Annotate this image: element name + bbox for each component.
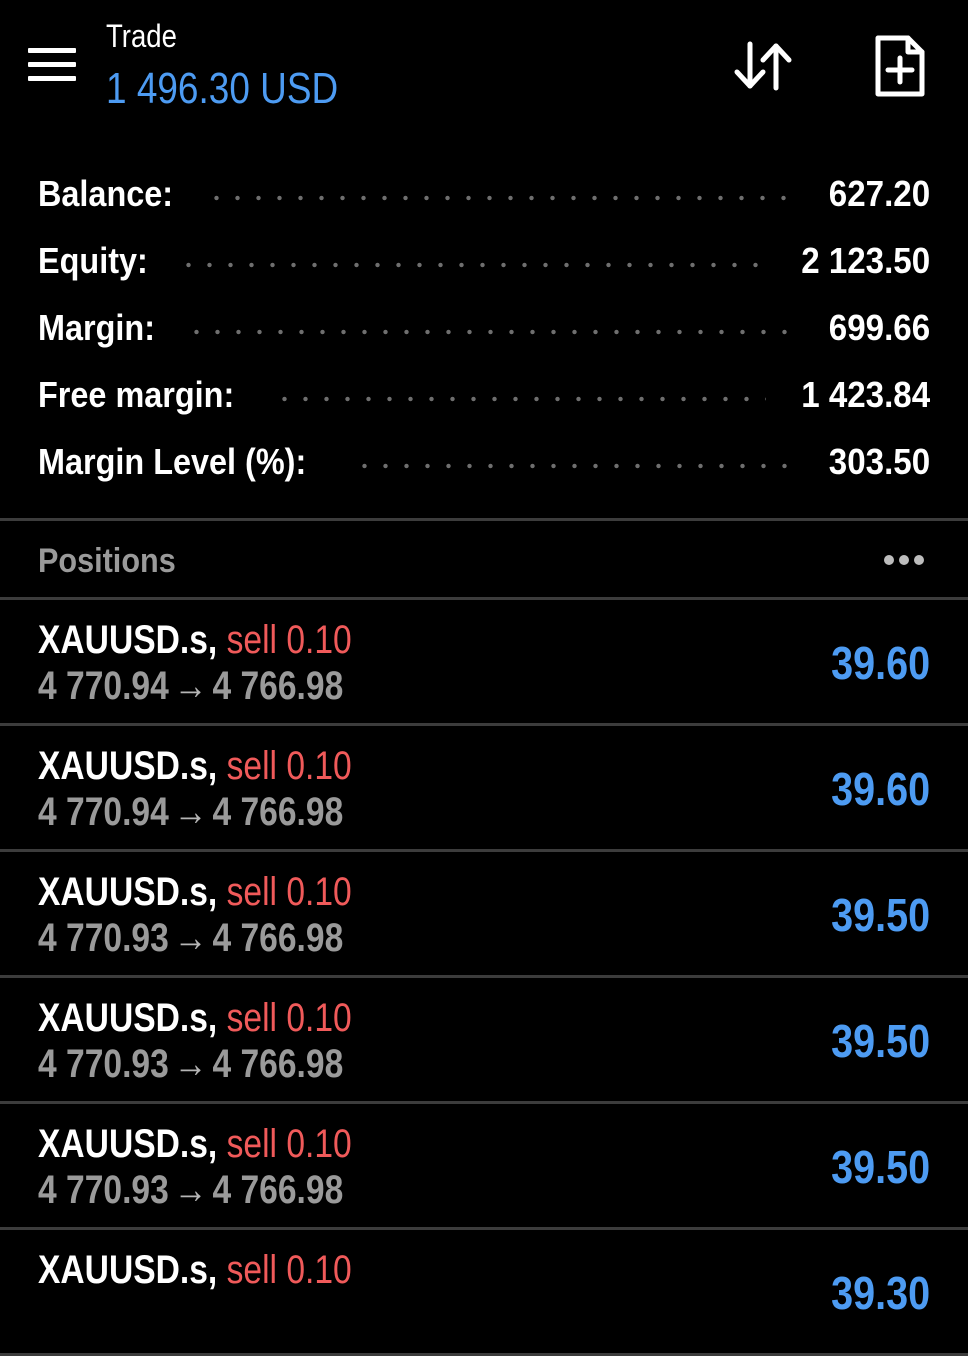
position-current-price: 4 766.98 [212, 664, 344, 708]
summary-row-margin: Margin: 699.66 [38, 294, 930, 361]
summary-value: 2 123.50 [801, 239, 930, 281]
position-open-price: 4 770.93 [38, 916, 169, 960]
dotted-leader [354, 462, 796, 469]
position-current-price: 4 766.98 [212, 790, 344, 834]
position-prices: 4 770.93 → 4 766.98 [38, 1040, 343, 1088]
position-current-price: 4 766.98 [212, 916, 344, 960]
position-title: XAUUSD.s, sell 0.10 [38, 994, 352, 1042]
position-side: sell 0.10 [226, 744, 352, 788]
position-current-price: 4 766.98 [212, 1042, 344, 1086]
summary-value: 303.50 [828, 440, 930, 482]
position-profit: 39.30 [830, 1267, 930, 1319]
top-bar: Trade 1 496.30 USD [0, 0, 968, 140]
position-prices: 4 770.94 → 4 766.98 [38, 788, 343, 836]
position-symbol: XAUUSD.s, [38, 1248, 218, 1292]
position-side: sell 0.10 [226, 1122, 352, 1166]
position-symbol: XAUUSD.s, [38, 618, 218, 662]
position-row[interactable]: XAUUSD.s, sell 0.10 39.30 [0, 1230, 968, 1356]
position-title: XAUUSD.s, sell 0.10 [38, 742, 352, 790]
position-symbol: XAUUSD.s, [38, 996, 218, 1040]
position-prices: 4 770.93 → 4 766.98 [38, 914, 343, 962]
summary-row-free-margin: Free margin: 1 423.84 [38, 361, 930, 428]
arrow-right-icon: → [173, 664, 208, 708]
position-symbol: XAUUSD.s, [38, 1122, 218, 1166]
positions-list: XAUUSD.s, sell 0.10 4 770.94 → 4 766.98 39… [0, 600, 968, 1356]
position-profit: 39.50 [830, 1141, 930, 1193]
summary-row-balance: Balance: 627.20 [38, 160, 930, 227]
position-profit: 39.50 [830, 889, 930, 941]
sort-arrows-icon[interactable] [728, 34, 800, 98]
summary-label: Margin: [38, 306, 155, 348]
positions-title: Positions [38, 542, 176, 580]
summary-row-margin-level: Margin Level (%): 303.50 [38, 428, 930, 495]
position-profit: 39.60 [830, 763, 930, 815]
position-symbol: XAUUSD.s, [38, 744, 218, 788]
summary-value: 1 423.84 [801, 373, 930, 415]
position-row[interactable]: XAUUSD.s, sell 0.10 4 770.93 → 4 766.98 39… [0, 852, 968, 978]
header-equity-value: 1 496.30 USD [106, 64, 339, 113]
summary-value: 699.66 [828, 306, 930, 348]
positions-header: Positions [0, 521, 968, 597]
arrow-right-icon: → [173, 916, 208, 960]
position-open-price: 4 770.93 [38, 1168, 169, 1212]
page-title: Trade [106, 18, 177, 54]
arrow-right-icon: → [173, 1042, 208, 1086]
position-symbol: XAUUSD.s, [38, 870, 218, 914]
position-current-price: 4 766.98 [212, 1168, 344, 1212]
arrow-right-icon: → [173, 790, 208, 834]
account-summary: Balance: 627.20 Equity: 2 123.50 Margin:… [0, 160, 968, 495]
dotted-leader [274, 395, 766, 402]
position-title: XAUUSD.s, sell 0.10 [38, 1120, 352, 1168]
position-prices [38, 1292, 48, 1340]
position-row[interactable]: XAUUSD.s, sell 0.10 4 770.93 → 4 766.98 39… [0, 978, 968, 1104]
hamburger-menu-icon[interactable] [20, 40, 84, 90]
position-row[interactable]: XAUUSD.s, sell 0.10 4 770.94 → 4 766.98 39… [0, 726, 968, 852]
dotted-leader [186, 328, 796, 335]
summary-label: Balance: [38, 172, 174, 214]
position-title: XAUUSD.s, sell 0.10 [38, 616, 352, 664]
position-title: XAUUSD.s, sell 0.10 [38, 868, 352, 916]
dotted-leader [178, 261, 766, 268]
position-open-price: 4 770.94 [38, 790, 169, 834]
position-side: sell 0.10 [226, 996, 352, 1040]
dotted-leader [206, 194, 796, 201]
new-order-document-plus-icon[interactable] [864, 30, 936, 102]
position-profit: 39.60 [830, 637, 930, 689]
summary-label: Equity: [38, 239, 148, 281]
position-side: sell 0.10 [226, 618, 352, 662]
position-side: sell 0.10 [226, 870, 352, 914]
more-dots-icon[interactable] [872, 543, 936, 577]
position-title: XAUUSD.s, sell 0.10 [38, 1246, 352, 1294]
position-prices: 4 770.93 → 4 766.98 [38, 1166, 343, 1214]
position-open-price: 4 770.94 [38, 664, 169, 708]
position-prices: 4 770.94 → 4 766.98 [38, 662, 343, 710]
position-side: sell 0.10 [226, 1248, 352, 1292]
arrow-right-icon: → [173, 1168, 208, 1212]
position-open-price: 4 770.93 [38, 1042, 169, 1086]
position-profit: 39.50 [830, 1015, 930, 1067]
summary-label: Free margin: [38, 373, 235, 415]
summary-row-equity: Equity: 2 123.50 [38, 227, 930, 294]
position-row[interactable]: XAUUSD.s, sell 0.10 4 770.94 → 4 766.98 39… [0, 600, 968, 726]
summary-value: 627.20 [828, 172, 930, 214]
position-row[interactable]: XAUUSD.s, sell 0.10 4 770.93 → 4 766.98 39… [0, 1104, 968, 1230]
summary-label: Margin Level (%): [38, 440, 307, 482]
